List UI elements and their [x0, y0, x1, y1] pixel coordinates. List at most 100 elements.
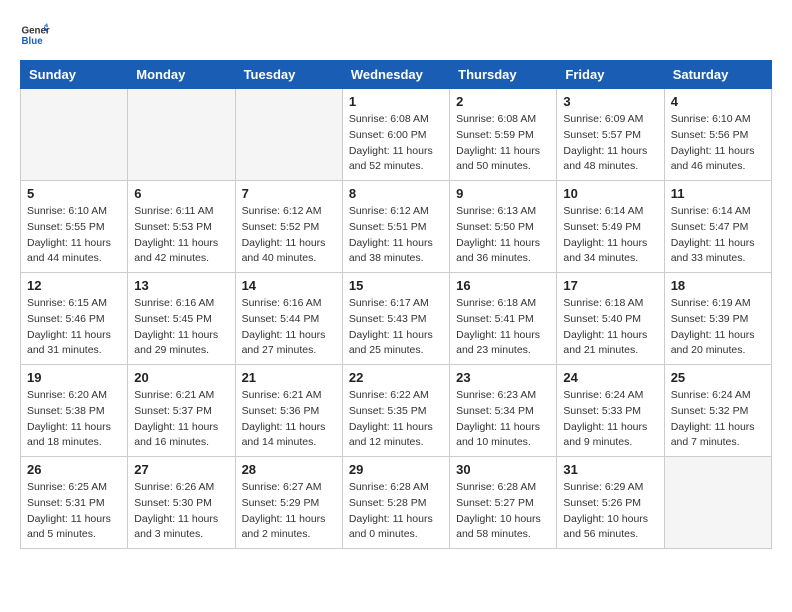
day-number: 29	[349, 462, 443, 477]
day-number: 15	[349, 278, 443, 293]
calendar-week-row: 12Sunrise: 6:15 AMSunset: 5:46 PMDayligh…	[21, 273, 772, 365]
day-info: Sunrise: 6:27 AMSunset: 5:29 PMDaylight:…	[242, 480, 336, 543]
day-info: Sunrise: 6:08 AMSunset: 5:59 PMDaylight:…	[456, 112, 550, 175]
day-number: 5	[27, 186, 121, 201]
day-info: Sunrise: 6:10 AMSunset: 5:55 PMDaylight:…	[27, 204, 121, 267]
day-info: Sunrise: 6:14 AMSunset: 5:49 PMDaylight:…	[563, 204, 657, 267]
day-info: Sunrise: 6:28 AMSunset: 5:27 PMDaylight:…	[456, 480, 550, 543]
calendar-day-cell: 9 Sunrise: 6:13 AMSunset: 5:50 PMDaylight…	[450, 181, 557, 273]
calendar-day-cell: 4 Sunrise: 6:10 AMSunset: 5:56 PMDaylight…	[664, 89, 771, 181]
day-info: Sunrise: 6:21 AMSunset: 5:36 PMDaylight:…	[242, 388, 336, 451]
day-number: 19	[27, 370, 121, 385]
calendar-day-cell	[664, 457, 771, 549]
day-info: Sunrise: 6:23 AMSunset: 5:34 PMDaylight:…	[456, 388, 550, 451]
day-number: 16	[456, 278, 550, 293]
calendar-week-row: 26 Sunrise: 6:25 AMSunset: 5:31 PMDayligh…	[21, 457, 772, 549]
day-info: Sunrise: 6:12 AMSunset: 5:51 PMDaylight:…	[349, 204, 443, 267]
calendar-day-cell: 28 Sunrise: 6:27 AMSunset: 5:29 PMDayligh…	[235, 457, 342, 549]
calendar-header-thursday: Thursday	[450, 61, 557, 89]
day-info: Sunrise: 6:14 AMSunset: 5:47 PMDaylight:…	[671, 204, 765, 267]
calendar-day-cell: 5 Sunrise: 6:10 AMSunset: 5:55 PMDaylight…	[21, 181, 128, 273]
day-info: Sunrise: 6:09 AMSunset: 5:57 PMDaylight:…	[563, 112, 657, 175]
day-number: 4	[671, 94, 765, 109]
day-info: Sunrise: 6:13 AMSunset: 5:50 PMDaylight:…	[456, 204, 550, 267]
calendar-week-row: 19 Sunrise: 6:20 AMSunset: 5:38 PMDayligh…	[21, 365, 772, 457]
day-number: 10	[563, 186, 657, 201]
day-info: Sunrise: 6:19 AMSunset: 5:39 PMDaylight:…	[671, 296, 765, 359]
calendar-day-cell: 17 Sunrise: 6:18 AMSunset: 5:40 PMDayligh…	[557, 273, 664, 365]
calendar-day-cell: 1Sunrise: 6:08 AMSunset: 6:00 PMDaylight…	[342, 89, 449, 181]
calendar-day-cell: 25Sunrise: 6:24 AMSunset: 5:32 PMDayligh…	[664, 365, 771, 457]
day-number: 30	[456, 462, 550, 477]
calendar-day-cell	[21, 89, 128, 181]
calendar-day-cell: 22 Sunrise: 6:22 AMSunset: 5:35 PMDayligh…	[342, 365, 449, 457]
calendar-day-cell: 26 Sunrise: 6:25 AMSunset: 5:31 PMDayligh…	[21, 457, 128, 549]
calendar-header-tuesday: Tuesday	[235, 61, 342, 89]
calendar-day-cell	[235, 89, 342, 181]
day-number: 25	[671, 370, 765, 385]
calendar-day-cell: 3 Sunrise: 6:09 AMSunset: 5:57 PMDaylight…	[557, 89, 664, 181]
calendar-day-cell: 20Sunrise: 6:21 AMSunset: 5:37 PMDayligh…	[128, 365, 235, 457]
calendar-day-cell: 21 Sunrise: 6:21 AMSunset: 5:36 PMDayligh…	[235, 365, 342, 457]
day-number: 18	[671, 278, 765, 293]
calendar-day-cell	[128, 89, 235, 181]
calendar-header-friday: Friday	[557, 61, 664, 89]
day-info: Sunrise: 6:24 AMSunset: 5:33 PMDaylight:…	[563, 388, 657, 451]
day-number: 14	[242, 278, 336, 293]
day-info: Sunrise: 6:11 AMSunset: 5:53 PMDaylight:…	[134, 204, 228, 267]
calendar-day-cell: 29 Sunrise: 6:28 AMSunset: 5:28 PMDayligh…	[342, 457, 449, 549]
day-number: 20	[134, 370, 228, 385]
day-number: 21	[242, 370, 336, 385]
calendar-header-monday: Monday	[128, 61, 235, 89]
day-number: 7	[242, 186, 336, 201]
day-info: Sunrise: 6:16 AMSunset: 5:45 PMDaylight:…	[134, 296, 228, 359]
page-header: General Blue	[20, 20, 772, 50]
day-number: 6	[134, 186, 228, 201]
calendar-day-cell: 30 Sunrise: 6:28 AMSunset: 5:27 PMDayligh…	[450, 457, 557, 549]
calendar-day-cell: 6 Sunrise: 6:11 AMSunset: 5:53 PMDaylight…	[128, 181, 235, 273]
calendar-day-cell: 27Sunrise: 6:26 AMSunset: 5:30 PMDayligh…	[128, 457, 235, 549]
calendar-day-cell: 12Sunrise: 6:15 AMSunset: 5:46 PMDayligh…	[21, 273, 128, 365]
day-number: 24	[563, 370, 657, 385]
day-number: 23	[456, 370, 550, 385]
day-number: 22	[349, 370, 443, 385]
calendar-header-row: SundayMondayTuesdayWednesdayThursdayFrid…	[21, 61, 772, 89]
day-info: Sunrise: 6:25 AMSunset: 5:31 PMDaylight:…	[27, 480, 121, 543]
day-number: 28	[242, 462, 336, 477]
calendar-day-cell: 24 Sunrise: 6:24 AMSunset: 5:33 PMDayligh…	[557, 365, 664, 457]
day-info: Sunrise: 6:26 AMSunset: 5:30 PMDaylight:…	[134, 480, 228, 543]
day-info: Sunrise: 6:20 AMSunset: 5:38 PMDaylight:…	[27, 388, 121, 451]
day-info: Sunrise: 6:10 AMSunset: 5:56 PMDaylight:…	[671, 112, 765, 175]
calendar-header-sunday: Sunday	[21, 61, 128, 89]
day-info: Sunrise: 6:16 AMSunset: 5:44 PMDaylight:…	[242, 296, 336, 359]
calendar-day-cell: 15Sunrise: 6:17 AMSunset: 5:43 PMDayligh…	[342, 273, 449, 365]
day-number: 3	[563, 94, 657, 109]
day-number: 12	[27, 278, 121, 293]
day-number: 17	[563, 278, 657, 293]
day-number: 31	[563, 462, 657, 477]
day-info: Sunrise: 6:18 AMSunset: 5:40 PMDaylight:…	[563, 296, 657, 359]
calendar-day-cell: 8 Sunrise: 6:12 AMSunset: 5:51 PMDaylight…	[342, 181, 449, 273]
day-info: Sunrise: 6:18 AMSunset: 5:41 PMDaylight:…	[456, 296, 550, 359]
day-number: 1	[349, 94, 443, 109]
generalblue-logo-icon: General Blue	[20, 20, 50, 50]
day-info: Sunrise: 6:22 AMSunset: 5:35 PMDaylight:…	[349, 388, 443, 451]
calendar-header-wednesday: Wednesday	[342, 61, 449, 89]
day-number: 9	[456, 186, 550, 201]
calendar-day-cell: 13Sunrise: 6:16 AMSunset: 5:45 PMDayligh…	[128, 273, 235, 365]
calendar-week-row: 5 Sunrise: 6:10 AMSunset: 5:55 PMDaylight…	[21, 181, 772, 273]
calendar-day-cell: 10 Sunrise: 6:14 AMSunset: 5:49 PMDayligh…	[557, 181, 664, 273]
calendar-day-cell: 2 Sunrise: 6:08 AMSunset: 5:59 PMDaylight…	[450, 89, 557, 181]
calendar-table: SundayMondayTuesdayWednesdayThursdayFrid…	[20, 60, 772, 549]
calendar-week-row: 1Sunrise: 6:08 AMSunset: 6:00 PMDaylight…	[21, 89, 772, 181]
calendar-header-saturday: Saturday	[664, 61, 771, 89]
day-info: Sunrise: 6:29 AMSunset: 5:26 PMDaylight:…	[563, 480, 657, 543]
day-number: 8	[349, 186, 443, 201]
day-info: Sunrise: 6:12 AMSunset: 5:52 PMDaylight:…	[242, 204, 336, 267]
calendar-day-cell: 23 Sunrise: 6:23 AMSunset: 5:34 PMDayligh…	[450, 365, 557, 457]
day-number: 2	[456, 94, 550, 109]
svg-text:Blue: Blue	[22, 36, 44, 47]
calendar-day-cell: 19 Sunrise: 6:20 AMSunset: 5:38 PMDayligh…	[21, 365, 128, 457]
day-number: 26	[27, 462, 121, 477]
day-info: Sunrise: 6:28 AMSunset: 5:28 PMDaylight:…	[349, 480, 443, 543]
